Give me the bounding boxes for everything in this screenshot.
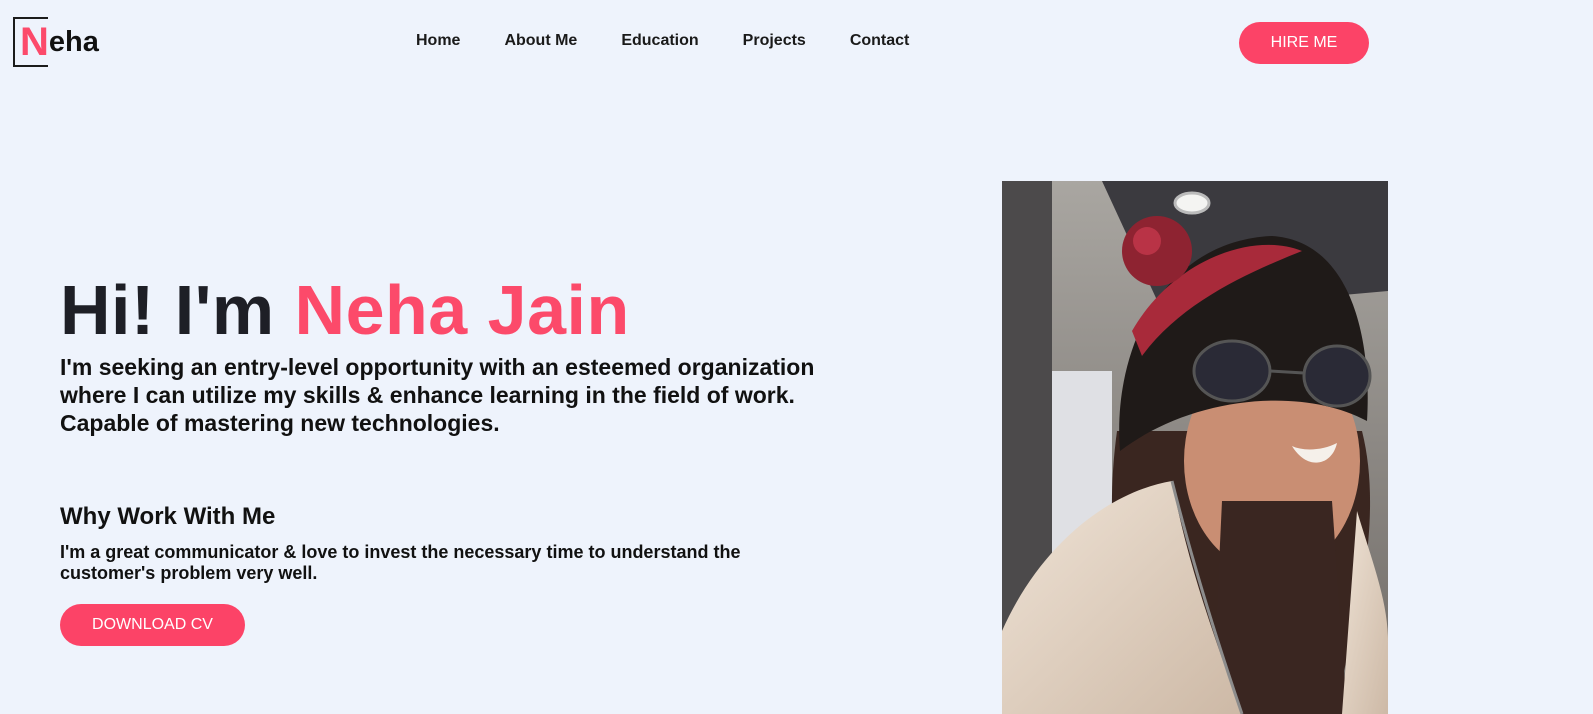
brand-logo[interactable]: N eha	[13, 17, 99, 67]
nav-projects[interactable]: Projects	[743, 32, 806, 50]
logo-initial: N	[20, 20, 49, 64]
profile-photo	[1002, 181, 1388, 714]
hero-intro: I'm seeking an entry-level opportunity w…	[60, 354, 815, 436]
why-work-heading: Why Work With Me	[60, 503, 276, 530]
main-nav: Home About Me Education Projects Contact	[416, 32, 953, 50]
why-work-text: I'm a great communicator & love to inves…	[60, 542, 741, 583]
nav-contact[interactable]: Contact	[850, 32, 910, 50]
hero-greeting: Hi! I'm	[60, 271, 275, 349]
hire-me-button[interactable]: HIRE ME	[1239, 22, 1369, 64]
hero-heading: Hi! I'm Neha Jain	[60, 270, 630, 350]
nav-home[interactable]: Home	[416, 32, 460, 50]
nav-education[interactable]: Education	[621, 32, 698, 50]
download-cv-button[interactable]: DOWNLOAD CV	[60, 604, 245, 646]
nav-about-me[interactable]: About Me	[504, 32, 577, 50]
logo-text: eha	[48, 26, 99, 58]
hero-name: Neha Jain	[294, 271, 630, 349]
